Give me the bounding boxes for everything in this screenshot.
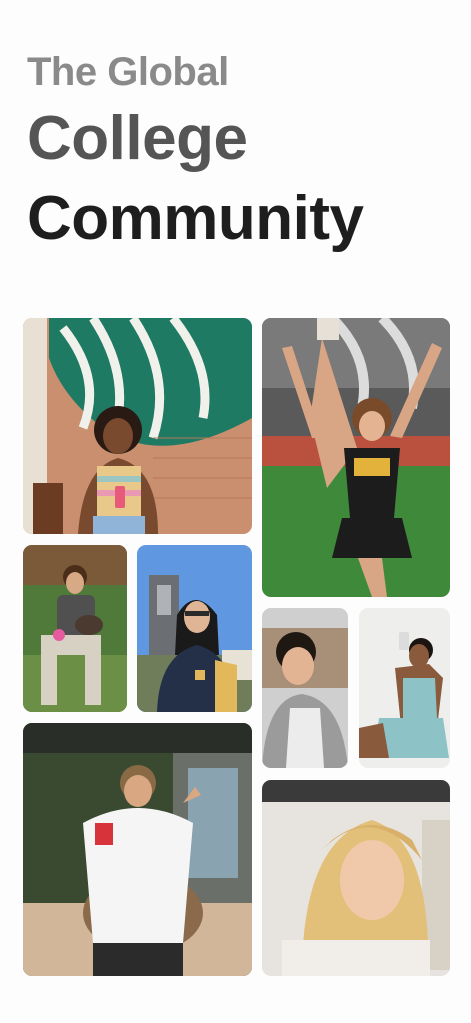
photo-student-campus-tower bbox=[137, 545, 252, 712]
photo-student-selfie-couch bbox=[262, 608, 348, 768]
photo-student-blonde-portrait bbox=[262, 780, 450, 976]
photo-cheerleader-tigers bbox=[262, 318, 450, 597]
photo-student-mirror-selfie bbox=[359, 608, 450, 768]
photo-student-starbucks-mural bbox=[23, 318, 252, 534]
title-line-3: Community bbox=[27, 184, 364, 253]
title-line-2: College bbox=[27, 104, 248, 173]
hero-title: The Global College Community bbox=[27, 46, 457, 250]
photo-student-with-dog bbox=[23, 545, 127, 712]
title-line-1: The Global bbox=[27, 50, 229, 94]
photo-student-patio-cup bbox=[23, 723, 252, 976]
